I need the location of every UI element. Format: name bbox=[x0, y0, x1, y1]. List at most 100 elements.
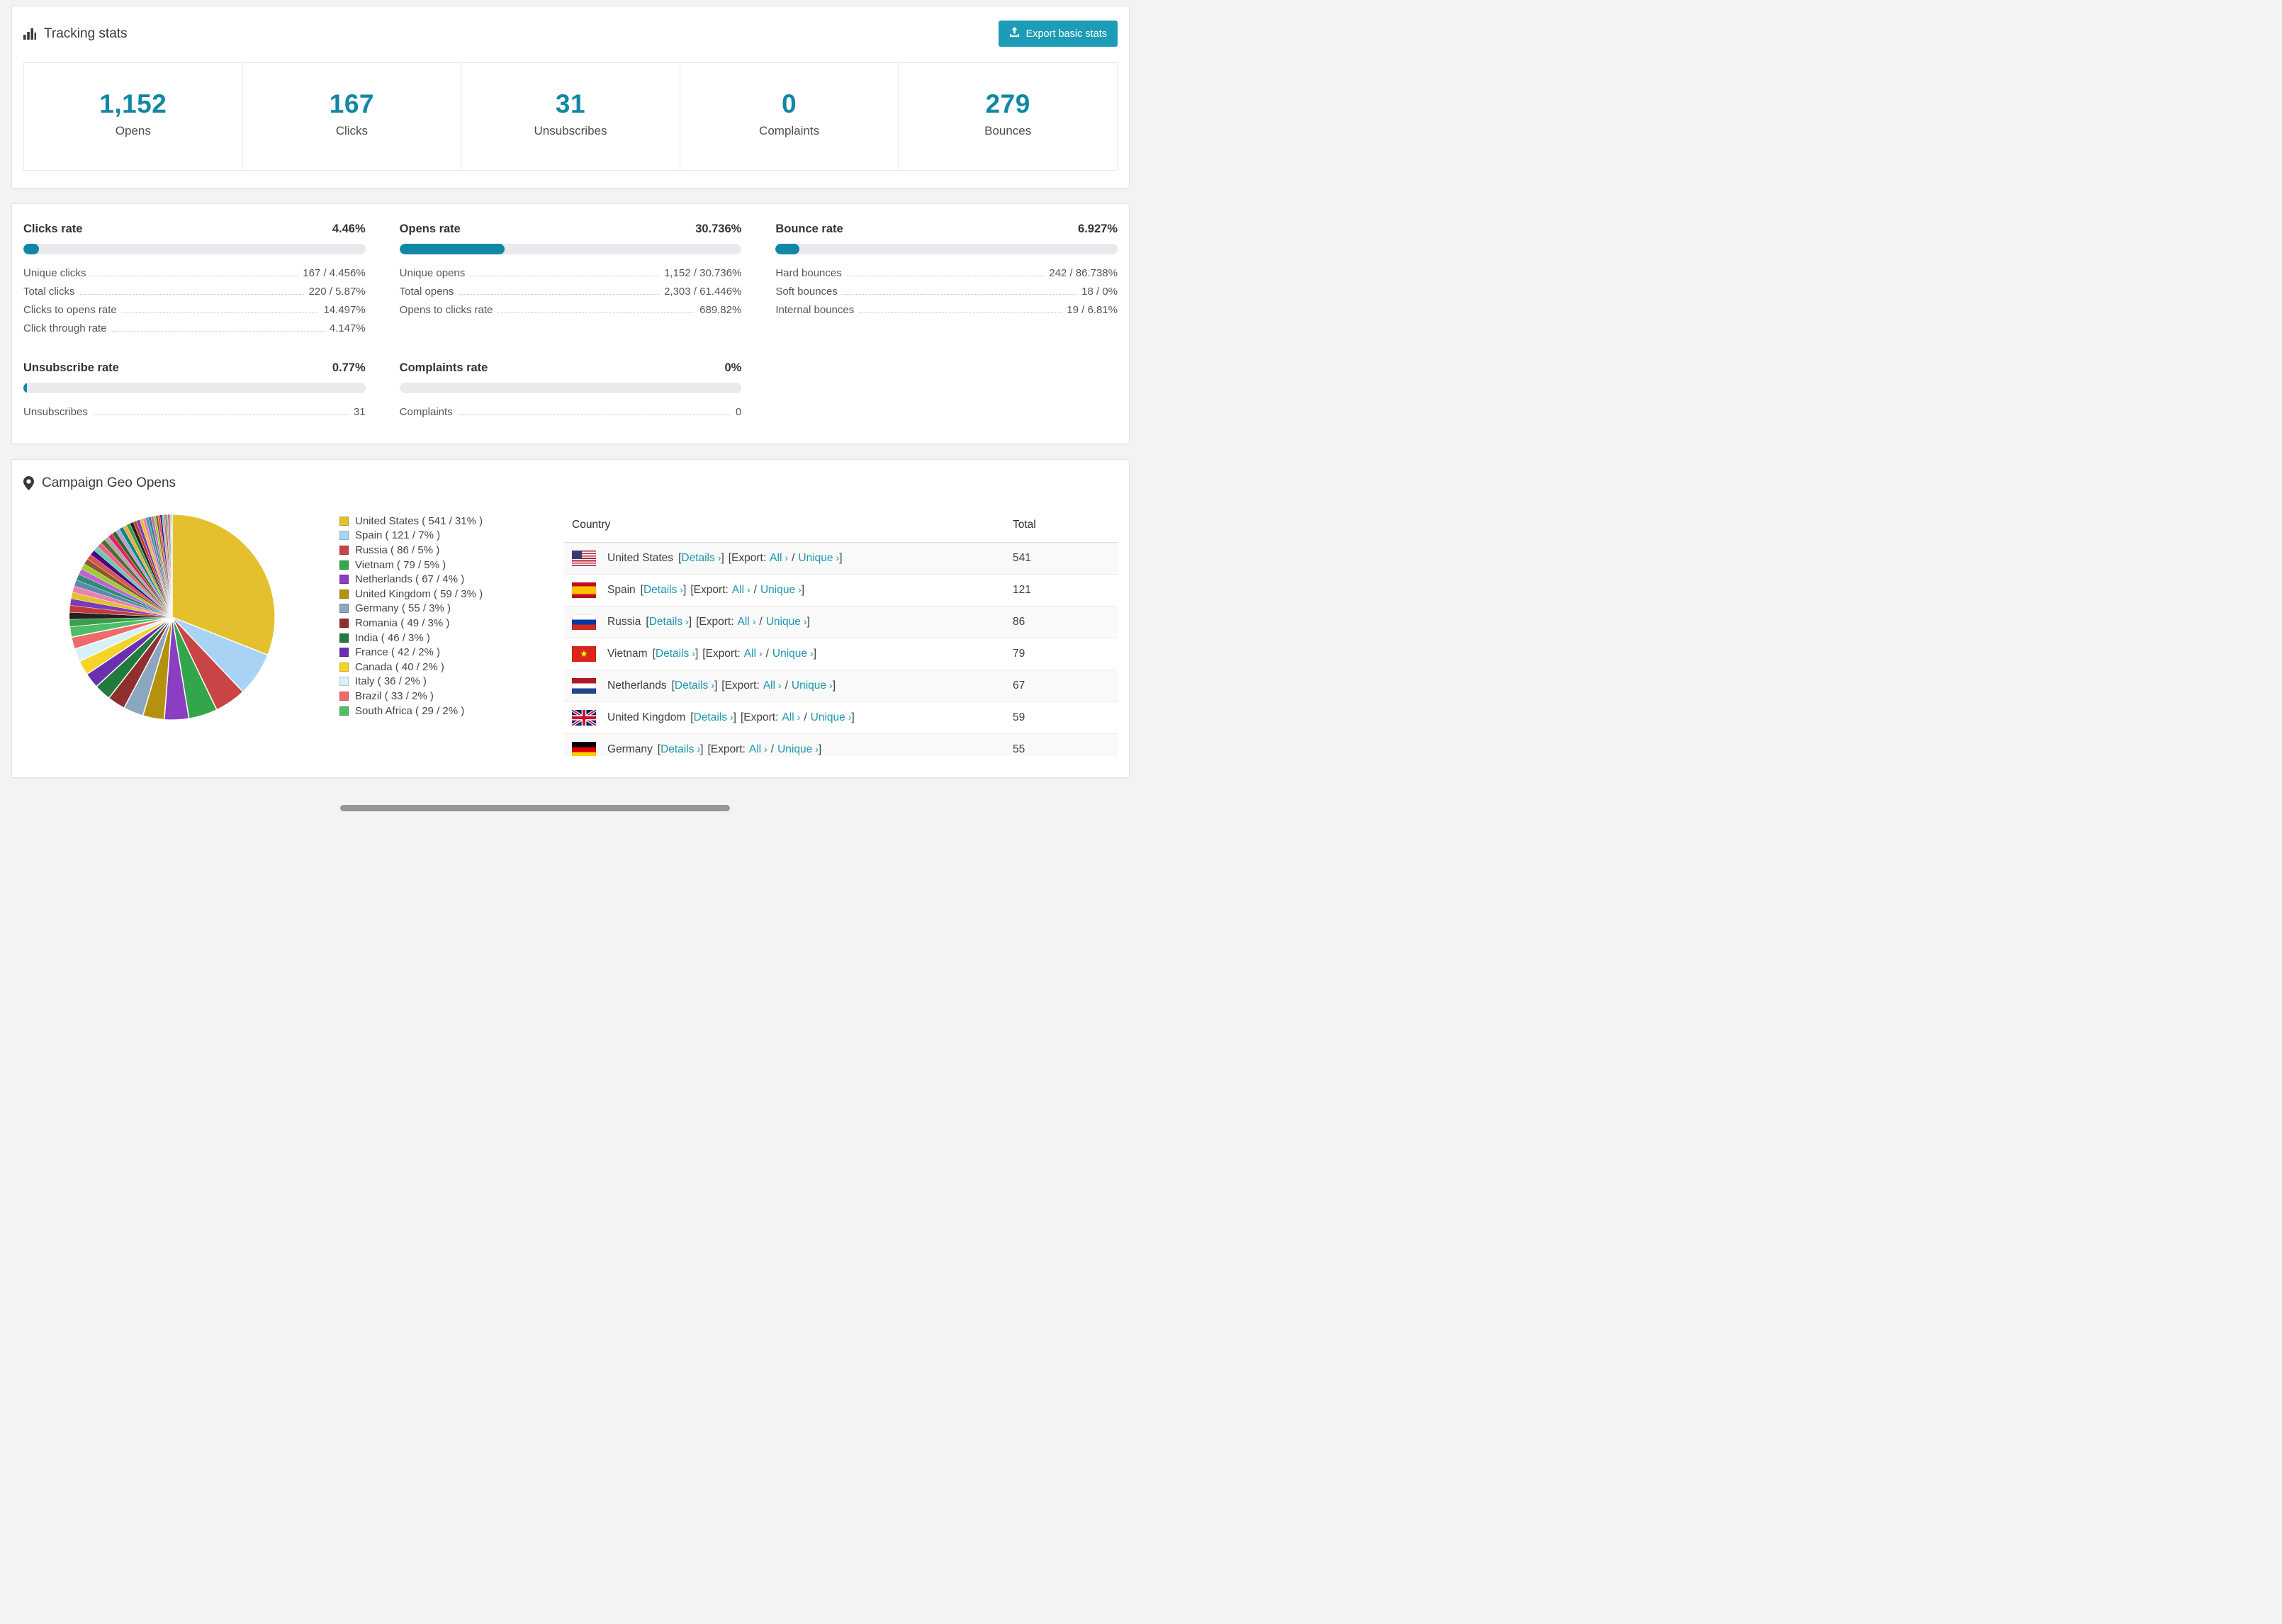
slash: / bbox=[792, 552, 795, 564]
rate-row-label: Opens to clicks rate bbox=[399, 303, 493, 316]
geo-row-russia: Russia [Details ›] [Export: All › / Unique ›] … bbox=[563, 606, 1118, 638]
export-all-link[interactable]: All › bbox=[782, 711, 800, 723]
legend-item: Canada ( 40 / 2% ) bbox=[339, 660, 483, 675]
rate-row: Complaints 0 bbox=[400, 402, 742, 421]
legend-item: Netherlands ( 67 / 4% ) bbox=[339, 572, 483, 587]
export-unique-link[interactable]: Unique › bbox=[766, 616, 807, 628]
bounce-rate-progress-fill bbox=[775, 244, 799, 254]
details-link[interactable]: Details › bbox=[675, 680, 714, 692]
bracket: [ bbox=[721, 680, 725, 692]
slash: / bbox=[770, 743, 775, 755]
stat-bounces-label: Bounces bbox=[984, 124, 1032, 137]
geo-header: Campaign Geo Opens bbox=[23, 475, 1118, 491]
legend-swatch bbox=[339, 633, 349, 643]
bracket: ] bbox=[839, 552, 843, 564]
rates-card: Clicks rate 4.46% Unique clicks 167 / 4.4… bbox=[11, 203, 1130, 444]
rate-row-value: 689.82% bbox=[699, 303, 742, 316]
legend-swatch bbox=[339, 575, 349, 585]
chevron-right-icon: › bbox=[747, 584, 751, 595]
rate-row: Unique clicks 167 / 4.456% bbox=[23, 264, 366, 282]
chevron-right-icon: › bbox=[764, 743, 768, 755]
details-link[interactable]: Details › bbox=[656, 648, 695, 660]
rate-row-value: 1,152 / 30.736% bbox=[664, 266, 742, 279]
legend-label: United States ( 541 / 31% ) bbox=[355, 514, 483, 527]
rate-row-value: 0 bbox=[735, 405, 742, 418]
export-all-link[interactable]: All › bbox=[738, 616, 756, 628]
legend-label: South Africa ( 29 / 2% ) bbox=[355, 704, 465, 717]
opens-rate-progress-fill bbox=[399, 244, 505, 254]
slash: / bbox=[785, 680, 788, 692]
rate-row-label: Unique clicks bbox=[23, 266, 86, 279]
legend-label: Brazil ( 33 / 2% ) bbox=[355, 689, 434, 702]
chevron-right-icon: › bbox=[752, 616, 756, 627]
country-name: Spain bbox=[607, 584, 636, 596]
legend-label: France ( 42 / 2% ) bbox=[355, 646, 441, 659]
export-unique-link[interactable]: Unique › bbox=[792, 680, 833, 692]
complaints-rate-title: Complaints rate bbox=[399, 361, 488, 374]
legend-label: Netherlands ( 67 / 4% ) bbox=[355, 573, 465, 586]
legend-item: Spain ( 121 / 7% ) bbox=[339, 529, 483, 543]
details-link[interactable]: Details › bbox=[643, 584, 683, 596]
country-total: 121 bbox=[1004, 574, 1118, 607]
export-label: Export: bbox=[724, 680, 760, 692]
rate-row: Unsubscribes 31 bbox=[23, 402, 366, 421]
stat-clicks-label: Clicks bbox=[335, 124, 369, 137]
export-unique-link[interactable]: Unique › bbox=[777, 743, 819, 755]
slash: / bbox=[804, 711, 807, 723]
export-all-link[interactable]: All › bbox=[744, 648, 763, 660]
legend-swatch bbox=[339, 706, 349, 716]
details-link[interactable]: Details › bbox=[694, 711, 734, 723]
geo-table-header-row: Country Total bbox=[563, 508, 1118, 543]
export-all-link[interactable]: All › bbox=[763, 680, 782, 692]
slash: / bbox=[765, 648, 769, 660]
legend-swatch bbox=[339, 662, 349, 672]
bracket: ] bbox=[721, 552, 724, 564]
country-column-header: Country bbox=[563, 508, 1004, 543]
dotted-leader bbox=[498, 312, 695, 313]
country-name: United Kingdom bbox=[607, 711, 686, 723]
horizontal-scrollbar-thumb[interactable] bbox=[340, 805, 730, 811]
tracking-stats-card: Tracking stats Export basic stats 1,152 … bbox=[11, 6, 1130, 188]
geo-pie-chart: United States ( 541 / 31% ) Spain ( 121 /… bbox=[23, 508, 563, 756]
export-all-link[interactable]: All › bbox=[770, 552, 788, 564]
opens-rate-value: 30.736% bbox=[695, 222, 742, 235]
stat-complaints-value: 0 bbox=[782, 89, 797, 118]
legend-label: United Kingdom ( 59 / 3% ) bbox=[355, 587, 483, 600]
stat-unsubscribes: 31 Unsubscribes bbox=[461, 63, 680, 170]
legend-item: Italy ( 36 / 2% ) bbox=[339, 675, 483, 689]
opens-rate-block: Opens rate 30.736% Unique opens 1,152 / 3… bbox=[399, 222, 742, 337]
country-total: 86 bbox=[1004, 606, 1118, 638]
unsubscribe-rate-progress bbox=[23, 383, 366, 393]
rate-row-label: Soft bounces bbox=[775, 285, 838, 298]
legend-label: Germany ( 55 / 3% ) bbox=[355, 602, 451, 615]
export-unique-link[interactable]: Unique › bbox=[798, 552, 839, 564]
export-unique-link[interactable]: Unique › bbox=[760, 584, 802, 596]
empty-block bbox=[775, 361, 1118, 421]
rate-row: Soft bounces 18 / 0% bbox=[775, 282, 1118, 300]
export-all-link[interactable]: All › bbox=[732, 584, 751, 596]
bracket: ] bbox=[851, 711, 855, 723]
legend-item: South Africa ( 29 / 2% ) bbox=[339, 704, 483, 718]
unsubscribe-rate-value: 0.77% bbox=[332, 361, 366, 374]
export-all-link[interactable]: All › bbox=[749, 743, 768, 755]
slash: / bbox=[753, 584, 757, 596]
bracket: ] bbox=[832, 680, 836, 692]
bounce-rate-title: Bounce rate bbox=[775, 222, 843, 235]
rate-row-value: 242 / 86.738% bbox=[1049, 266, 1118, 279]
page: Tracking stats Export basic stats 1,152 … bbox=[0, 0, 1141, 799]
details-link[interactable]: Details › bbox=[661, 743, 700, 755]
rate-row-value: 4.147% bbox=[329, 322, 366, 334]
tracking-stats-title-text: Tracking stats bbox=[44, 26, 128, 41]
legend-swatch bbox=[339, 604, 349, 614]
geo-row-vietnam: Vietnam [Details›] [Export:All›/Unique›]… bbox=[563, 638, 1118, 670]
export-unique-link[interactable]: Unique › bbox=[811, 711, 852, 723]
legend-item: United Kingdom ( 59 / 3% ) bbox=[339, 587, 483, 602]
export-unique-link[interactable]: Unique › bbox=[772, 648, 814, 660]
opens-rate-progress bbox=[399, 244, 742, 254]
rate-row-value: 2,303 / 61.446% bbox=[664, 285, 742, 298]
rates-grid: Clicks rate 4.46% Unique clicks 167 / 4.4… bbox=[23, 222, 1118, 421]
details-link[interactable]: Details › bbox=[649, 616, 689, 628]
export-basic-stats-button[interactable]: Export basic stats bbox=[998, 21, 1118, 47]
stat-bounces: 279 Bounces bbox=[899, 63, 1117, 170]
details-link[interactable]: Details › bbox=[681, 552, 721, 564]
